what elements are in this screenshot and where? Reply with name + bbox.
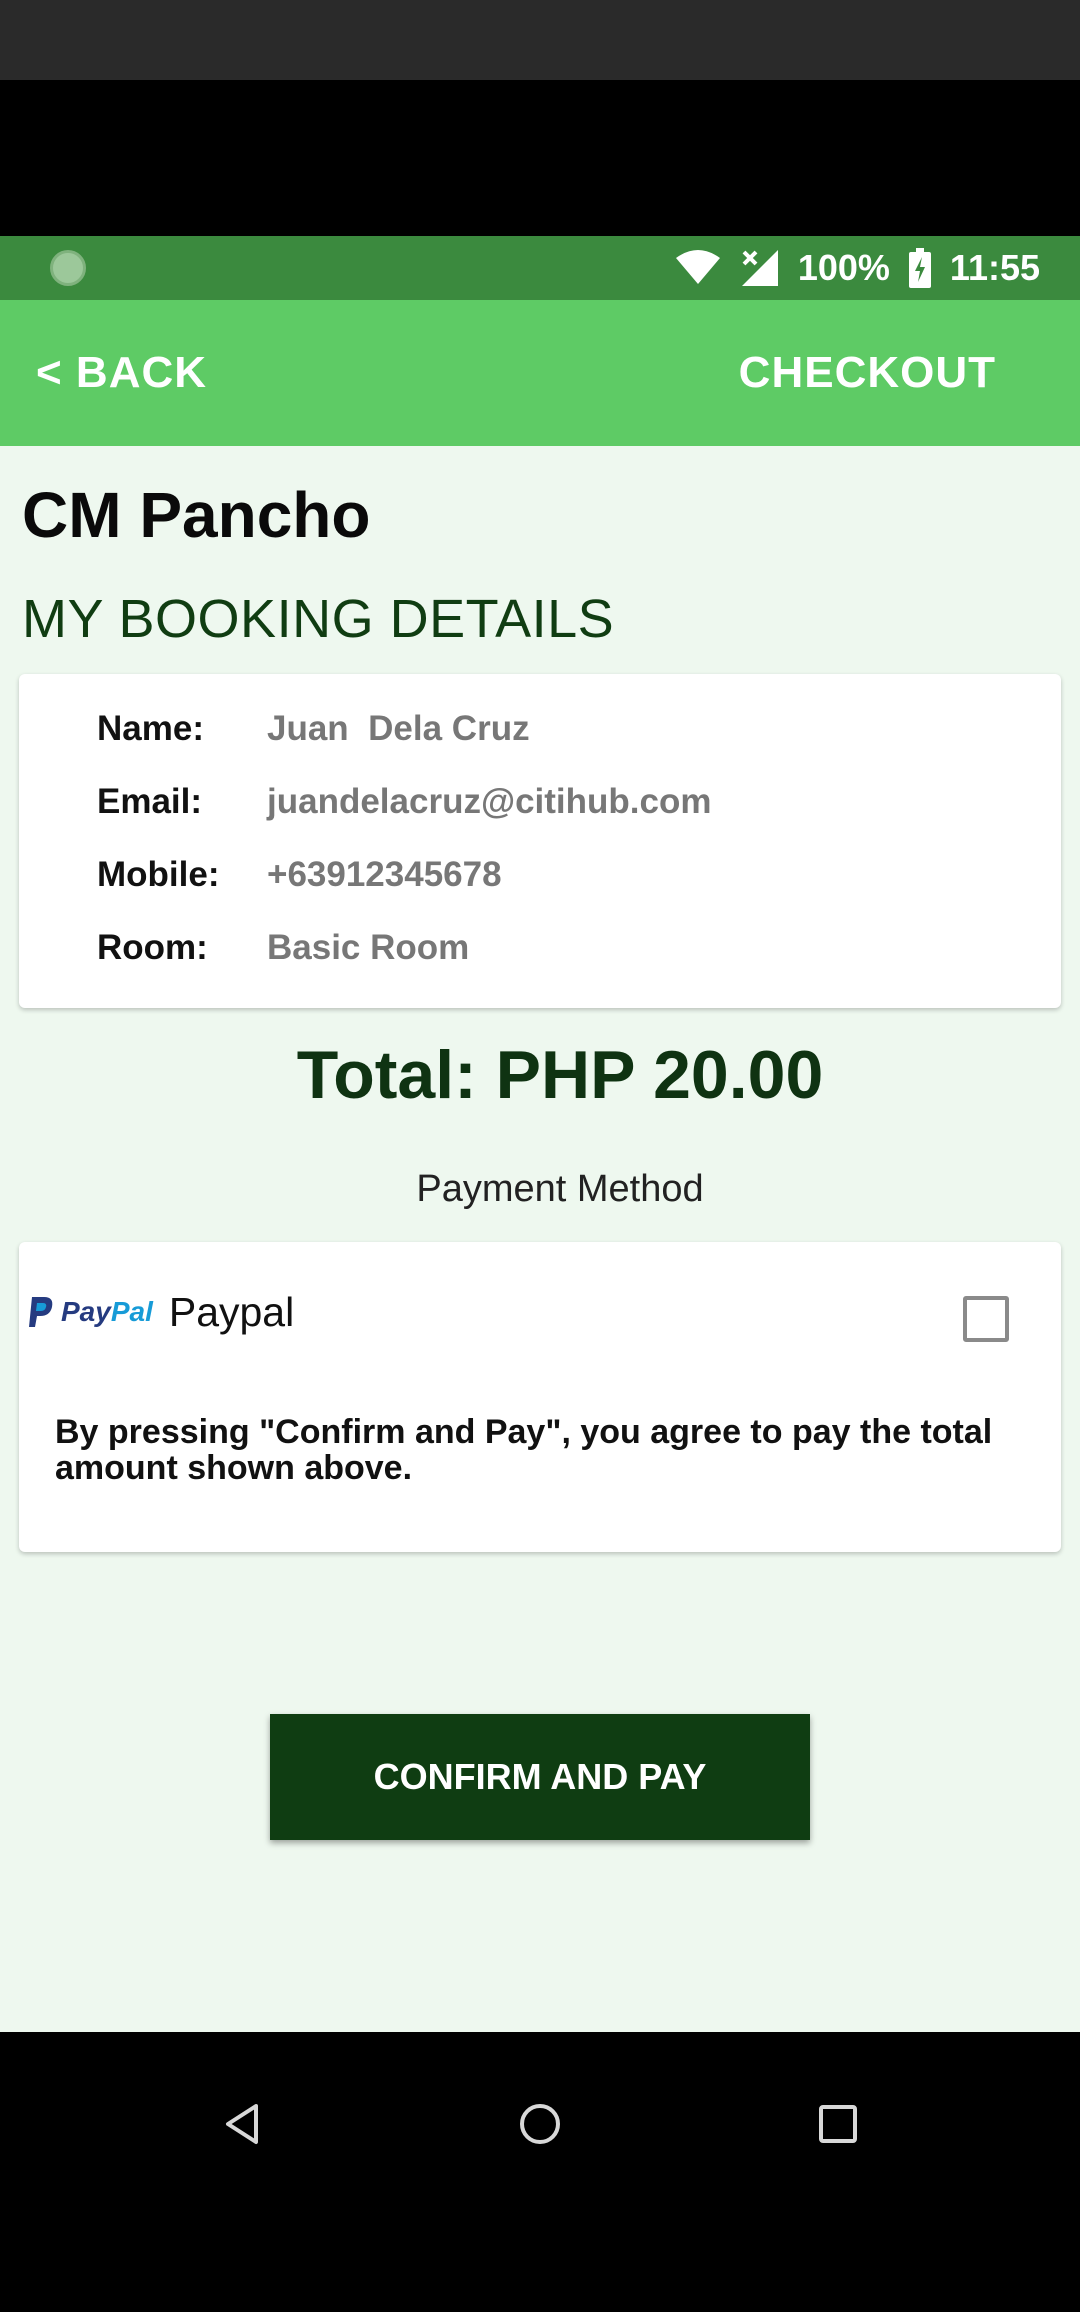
- detail-row-room: Room: Basic Room: [97, 923, 469, 973]
- detail-row-name: Name: Juan Dela Cruz: [97, 704, 530, 754]
- hotel-name: CM Pancho: [22, 479, 371, 551]
- top-strip: [0, 0, 1080, 80]
- back-button[interactable]: < BACK: [36, 300, 207, 446]
- detail-row-mobile: Mobile: +63912345678: [97, 850, 502, 900]
- app-bar: < BACK CHECKOUT: [0, 300, 1080, 446]
- top-black-area: [0, 80, 1080, 236]
- battery-charging-icon: [908, 248, 932, 288]
- home-circle-icon[interactable]: [500, 2084, 580, 2164]
- battery-percent: 100%: [797, 247, 890, 288]
- detail-label: Room:: [97, 928, 208, 967]
- paypal-wordmark: PayPal: [61, 1296, 153, 1327]
- signal-icon: [740, 248, 780, 288]
- status-bar: 100% 11:55: [0, 236, 1080, 300]
- detail-value: Juan Dela Cruz: [267, 709, 530, 748]
- paypal-option[interactable]: PayPal Paypal: [27, 1282, 294, 1342]
- checkout-content: CM Pancho MY BOOKING DETAILS Name: Juan …: [0, 446, 1080, 2032]
- system-nav-bar: [0, 2032, 1080, 2312]
- detail-value: +63912345678: [267, 855, 502, 894]
- detail-value: Basic Room: [267, 928, 470, 967]
- agreement-text: By pressing "Confirm and Pay", you agree…: [55, 1413, 993, 1487]
- detail-row-email: Email: juandelacruz@citihub.com: [97, 777, 711, 827]
- detail-value: juandelacruz@citihub.com: [267, 782, 712, 821]
- detail-label: Email:: [97, 782, 203, 821]
- wifi-icon: [674, 250, 722, 286]
- back-triangle-icon[interactable]: [202, 2084, 282, 2164]
- payment-method-card: PayPal Paypal By pressing "Confirm and P…: [19, 1242, 1061, 1552]
- paypal-logo: PayPal: [27, 1295, 153, 1329]
- status-right: 100% 11:55: [674, 236, 1040, 300]
- total-amount: Total: PHP 20.00: [296, 1037, 824, 1113]
- payment-method-label: Payment Method: [416, 1168, 704, 1210]
- booking-details-card: Name: Juan Dela Cruz Email: juandelacruz…: [19, 674, 1061, 1008]
- page-title: CHECKOUT: [738, 348, 996, 397]
- paypal-label: Paypal: [168, 1288, 295, 1335]
- booking-details-title: MY BOOKING DETAILS: [22, 589, 615, 649]
- recents-square-icon[interactable]: [798, 2084, 878, 2164]
- notification-dot-icon: [50, 250, 86, 286]
- detail-label: Mobile:: [97, 855, 220, 894]
- confirm-and-pay-button[interactable]: CONFIRM AND PAY: [270, 1714, 810, 1840]
- detail-label: Name:: [97, 709, 204, 748]
- paypal-checkbox[interactable]: [963, 1296, 1009, 1342]
- paypal-p-icon: [29, 1297, 53, 1327]
- clock: 11:55: [949, 247, 1040, 288]
